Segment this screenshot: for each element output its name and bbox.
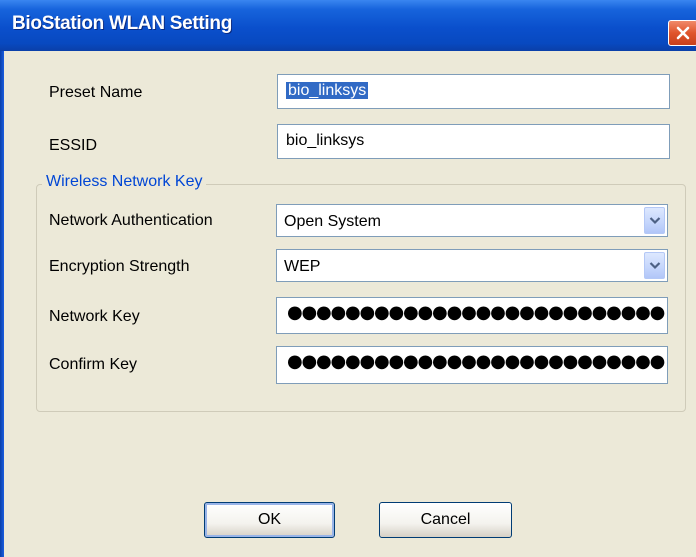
close-icon <box>676 26 690 40</box>
essid-label: ESSID <box>49 137 98 154</box>
network-auth-label: Network Authentication <box>49 212 213 229</box>
essid-value: bio_linksys <box>286 132 365 149</box>
confirm-key-label: Confirm Key <box>49 356 138 373</box>
preset-name-label: Preset Name <box>49 84 143 101</box>
window-title: BioStation WLAN Setting <box>12 13 233 34</box>
network-key-label: Network Key <box>49 308 140 325</box>
encryption-strength-value: WEP <box>284 258 321 275</box>
confirm-key-input[interactable]: ●●●●●●●●●●●●●●●●●●●●●●●●●● <box>276 346 668 384</box>
wireless-key-group-title: Wireless Network Key <box>42 173 207 191</box>
network-key-masked: ●●●●●●●●●●●●●●●●●●●●●●●●●● <box>287 302 665 323</box>
preset-name-value: bio_linksys <box>286 82 369 99</box>
network-key-input[interactable]: ●●●●●●●●●●●●●●●●●●●●●●●●●● <box>276 297 668 334</box>
preset-name-input[interactable]: bio_linksys <box>277 74 670 109</box>
cancel-button[interactable]: Cancel <box>379 502 512 538</box>
network-auth-value: Open System <box>284 213 381 230</box>
encryption-strength-label: Encryption Strength <box>49 258 190 275</box>
chevron-down-icon <box>649 217 661 225</box>
network-auth-dropdown-button[interactable] <box>644 207 665 234</box>
close-button[interactable] <box>668 20 696 46</box>
chevron-down-icon <box>649 262 661 270</box>
encryption-strength-dropdown-button[interactable] <box>644 252 665 279</box>
encryption-strength-select[interactable]: WEP <box>276 249 668 282</box>
essid-input[interactable]: bio_linksys <box>277 124 670 159</box>
ok-button[interactable]: OK <box>204 502 335 538</box>
confirm-key-masked: ●●●●●●●●●●●●●●●●●●●●●●●●●● <box>287 351 665 372</box>
network-auth-select[interactable]: Open System <box>276 204 668 237</box>
title-bar[interactable]: BioStation WLAN Setting <box>0 0 696 51</box>
